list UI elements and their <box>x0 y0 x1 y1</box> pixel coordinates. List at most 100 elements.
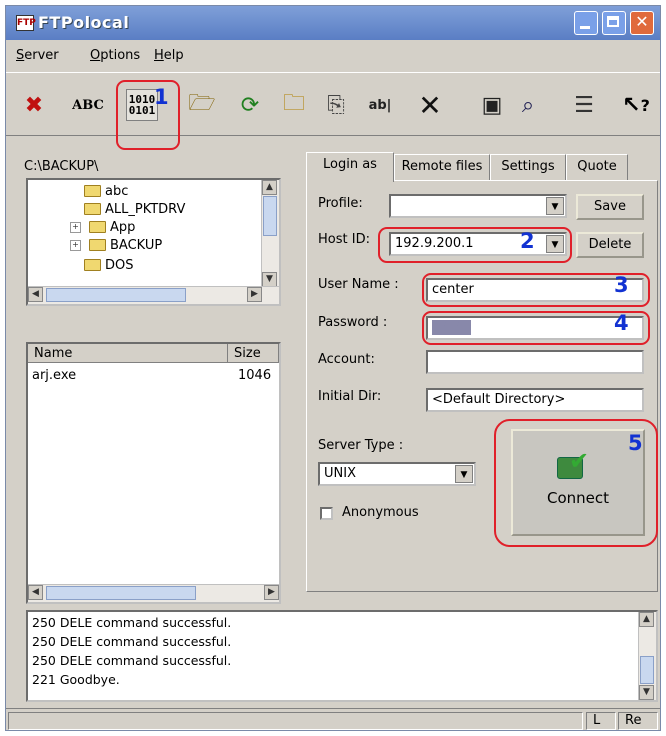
status-panel-local: L <box>586 712 616 730</box>
initial-dir-field[interactable]: <Default Directory> <box>426 388 644 412</box>
scroll-thumb[interactable] <box>46 288 186 302</box>
tab-login-as[interactable]: Login as <box>306 152 394 182</box>
local-file-list[interactable]: Name Size arj.exe 1046 ◀ ▶ <box>26 342 281 604</box>
password-label: Password : <box>318 315 388 330</box>
folder-tree[interactable]: abc ALL_PKTDRV + App + BACKUP DOS ▲ ▼ ◀ ▶ <box>26 178 281 306</box>
log-line: 250 DELE command successful. <box>32 634 232 649</box>
maximize-button[interactable] <box>602 11 626 35</box>
folder-link-icon[interactable]: 🗁 <box>186 89 218 121</box>
callout-number-4: 4 <box>614 311 629 335</box>
server-type-select[interactable]: UNIX ▼ <box>318 462 476 486</box>
delete-icon[interactable]: ✕ <box>414 89 446 122</box>
scroll-right-icon[interactable]: ▶ <box>264 585 279 600</box>
tree-item-label: DOS <box>105 257 134 273</box>
log-panel[interactable]: 250 DELE command successful. 250 DELE co… <box>26 610 658 702</box>
tab-quote[interactable]: Quote <box>566 154 628 180</box>
tab-remote-files[interactable]: Remote files <box>394 154 490 180</box>
anonymous-checkbox[interactable] <box>320 507 333 520</box>
expand-icon[interactable]: + <box>70 239 81 251</box>
menu-server[interactable]: Server <box>16 48 59 63</box>
scroll-up-icon[interactable]: ▲ <box>639 612 654 627</box>
scroll-down-icon[interactable]: ▼ <box>262 272 277 287</box>
toolbar: ✖ ABC 1010 0101 🗁 ⟳ 🗀 ⎘ ab| ✕ ▣ ⌕ ☰ ↖? <box>6 72 660 136</box>
scroll-up-icon[interactable]: ▲ <box>262 180 277 195</box>
file-row[interactable]: arj.exe <box>32 366 76 384</box>
chevron-down-icon[interactable]: ▼ <box>546 197 564 215</box>
title-bar[interactable]: FTP FTPolocal ✕ <box>6 6 660 40</box>
profile-select[interactable]: ▼ <box>389 194 567 218</box>
profile-label: Profile: <box>318 196 363 211</box>
menu-options[interactable]: Options <box>90 48 140 63</box>
tree-item-label: App <box>110 219 136 235</box>
folder-icon <box>84 185 101 197</box>
refresh-icon[interactable]: ⟳ <box>234 89 266 121</box>
callout-number-2: 2 <box>520 229 535 253</box>
save-icon[interactable]: ▣ <box>476 89 508 121</box>
tree-item-label: BACKUP <box>110 237 163 253</box>
anonymous-label: Anonymous <box>342 505 419 520</box>
close-button[interactable]: ✕ <box>630 11 654 35</box>
callout-box-1 <box>116 80 180 150</box>
folder-open-icon <box>89 239 106 251</box>
ascii-mode-icon[interactable]: ABC <box>72 89 104 121</box>
tree-item[interactable]: DOS <box>84 256 134 274</box>
scroll-down-icon[interactable]: ▼ <box>639 685 654 700</box>
menu-help[interactable]: Help <box>154 48 184 63</box>
tree-horizontal-scrollbar[interactable]: ◀ ▶ <box>28 286 279 304</box>
tree-item-label: abc <box>105 183 129 199</box>
host-id-label: Host ID: <box>318 232 370 247</box>
ascii-mode-label: ABC <box>72 97 104 113</box>
scroll-thumb[interactable] <box>640 656 654 684</box>
status-bar: L Re <box>6 708 660 733</box>
file-name: arj.exe <box>32 367 77 383</box>
help-icon[interactable]: ↖? <box>620 89 652 121</box>
files-horizontal-scrollbar[interactable]: ◀ ▶ <box>28 584 279 602</box>
tree-item-label: ALL_PKTDRV <box>105 201 186 217</box>
scroll-thumb[interactable] <box>263 196 277 236</box>
log-vertical-scrollbar[interactable]: ▲ ▼ <box>638 612 656 700</box>
scroll-thumb[interactable] <box>46 586 196 600</box>
tree-item[interactable]: abc <box>84 182 128 200</box>
app-window: FTP FTPolocal ✕ Server Options Help ✖ AB… <box>5 5 661 731</box>
log-line: 250 DELE command successful. <box>32 615 232 630</box>
scroll-right-icon[interactable]: ▶ <box>247 287 262 302</box>
callout-number-1: 1 <box>154 85 169 109</box>
column-header-size[interactable]: Size <box>228 344 279 363</box>
menu-bar: Server Options Help <box>6 42 660 70</box>
log-line: 250 DELE command successful. <box>32 653 232 668</box>
find-icon[interactable]: ⌕ <box>512 89 544 121</box>
tab-settings[interactable]: Settings <box>490 154 566 180</box>
tree-item[interactable]: ALL_PKTDRV <box>84 200 185 218</box>
status-panel-remote: Re <box>618 712 658 730</box>
tree-vertical-scrollbar[interactable]: ▲ ▼ <box>261 180 279 287</box>
save-button[interactable]: Save <box>576 194 644 220</box>
chevron-down-icon[interactable]: ▼ <box>455 465 473 483</box>
rename-icon[interactable]: ab| <box>364 89 396 121</box>
account-label: Account: <box>318 352 375 367</box>
minimize-button[interactable] <box>574 11 598 35</box>
callout-number-3: 3 <box>614 273 629 297</box>
local-path: C:\BACKUP\ <box>24 159 99 174</box>
scroll-left-icon[interactable]: ◀ <box>28 287 43 302</box>
user-name-label: User Name : <box>318 277 399 292</box>
account-field[interactable] <box>426 350 644 374</box>
initial-dir-label: Initial Dir: <box>318 389 382 404</box>
server-type-label: Server Type : <box>318 438 404 453</box>
callout-number-5: 5 <box>628 431 643 455</box>
copy-icon[interactable]: ⎘ <box>320 89 352 121</box>
column-header-name[interactable]: Name <box>28 344 228 363</box>
tree-item[interactable]: + App <box>70 218 135 236</box>
expand-icon[interactable]: + <box>70 221 81 233</box>
new-folder-icon[interactable]: 🗀 <box>278 89 310 121</box>
folder-icon <box>84 259 101 271</box>
delete-button[interactable]: Delete <box>576 232 644 258</box>
file-size: 1046 <box>238 367 272 383</box>
tree-item[interactable]: + BACKUP <box>70 236 162 254</box>
callout-box-2 <box>378 227 572 263</box>
folder-icon <box>89 221 106 233</box>
disconnect-icon[interactable]: ✖ <box>18 89 50 121</box>
properties-icon[interactable]: ☰ <box>568 89 600 121</box>
scroll-left-icon[interactable]: ◀ <box>28 585 43 600</box>
app-icon: FTP <box>16 15 36 31</box>
help-label: ? <box>640 95 650 115</box>
